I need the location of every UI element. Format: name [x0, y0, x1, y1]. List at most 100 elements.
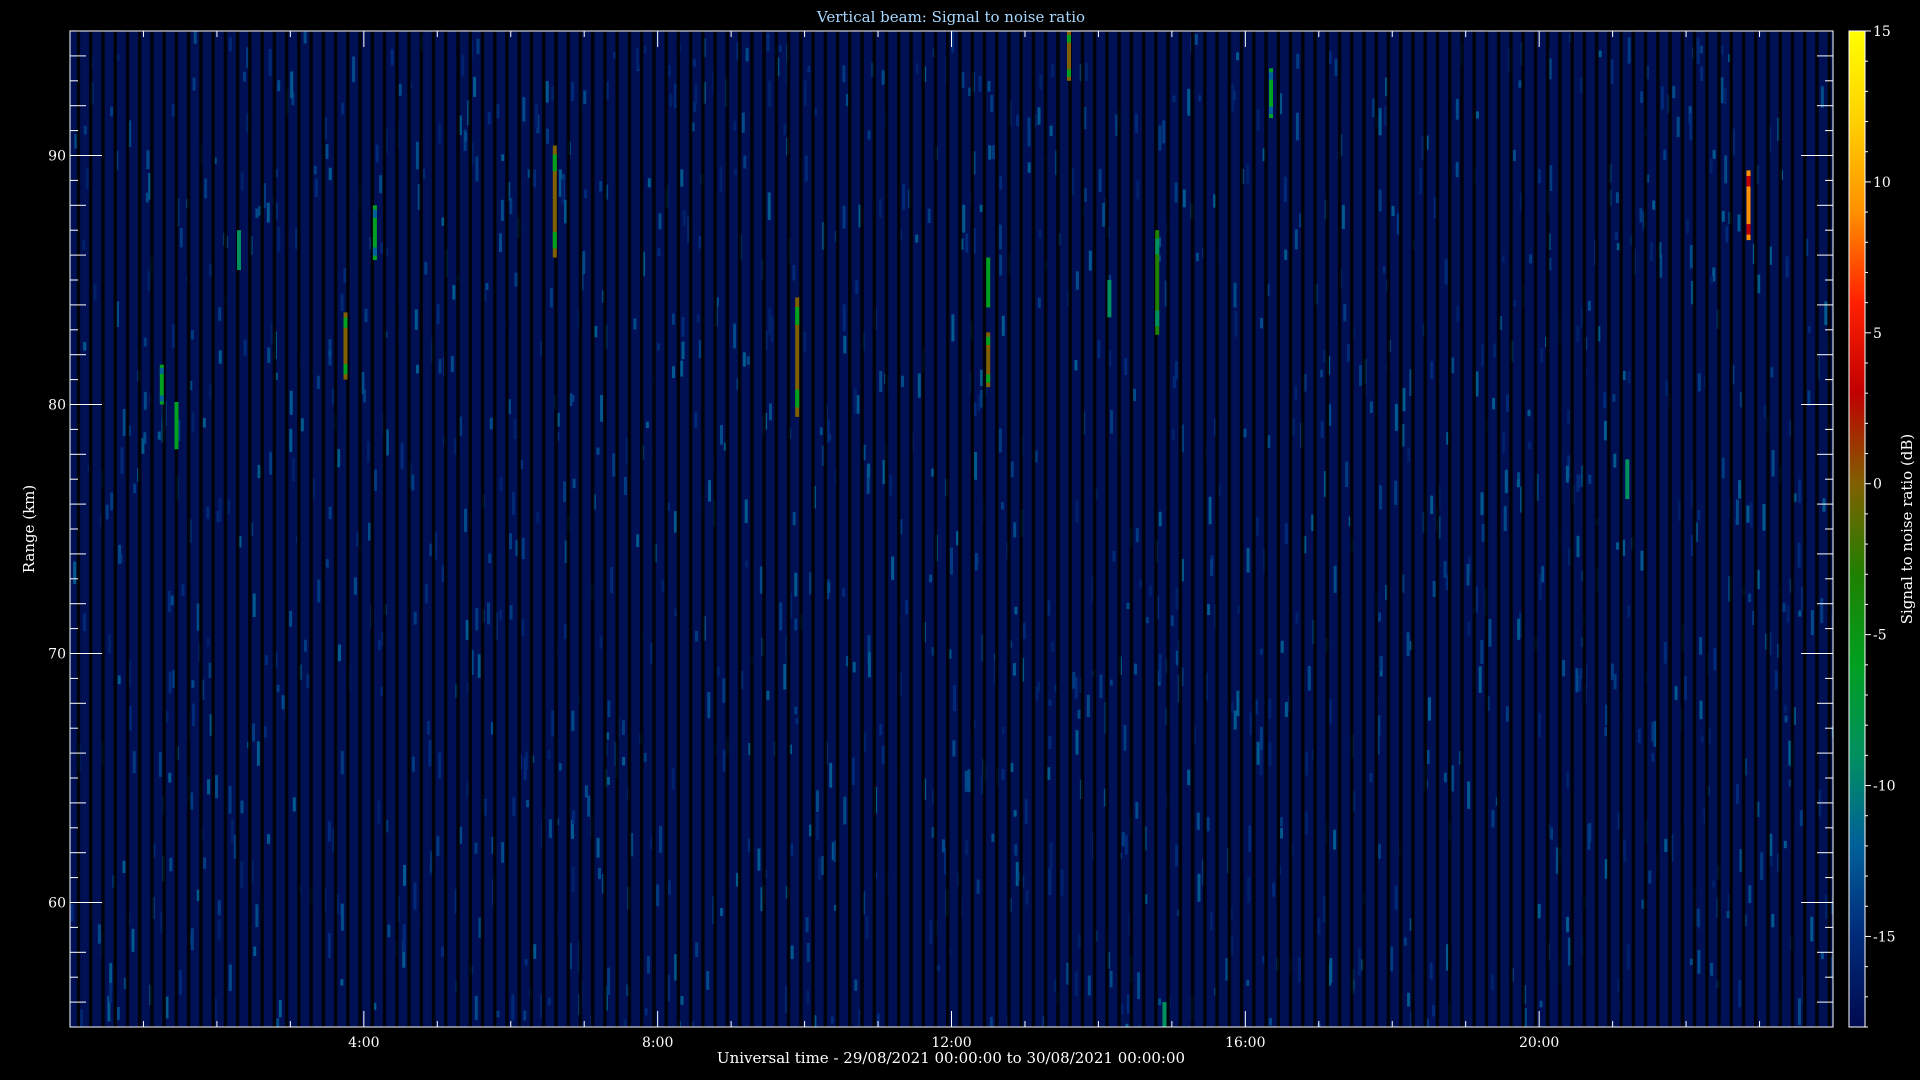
noise-speck	[1466, 564, 1470, 586]
noise-speck	[1047, 600, 1051, 616]
noise-speck	[1246, 547, 1250, 573]
noise-speck	[645, 421, 649, 429]
noise-speck	[1134, 663, 1137, 675]
noise-speck	[1613, 674, 1617, 690]
noise-speck	[1480, 492, 1484, 516]
noise-speck	[974, 452, 977, 480]
noise-speck	[792, 264, 796, 281]
noise-speck	[1075, 500, 1079, 523]
noise-speck	[1379, 485, 1383, 510]
time-gap	[1460, 31, 1464, 1027]
time-gap	[676, 31, 681, 1027]
noise-speck	[450, 356, 454, 372]
time-gap	[297, 31, 301, 1027]
time-gap	[958, 31, 962, 1027]
noise-speck	[643, 753, 647, 762]
noise-speck	[218, 350, 222, 364]
time-gap	[921, 31, 925, 1027]
noise-speck	[1208, 496, 1212, 525]
noise-speck	[1102, 203, 1106, 227]
noise-speck	[1640, 550, 1644, 571]
noise-speck	[438, 123, 442, 144]
noise-speck	[790, 843, 794, 856]
noise-speck	[292, 797, 296, 812]
time-gap	[1619, 31, 1623, 1027]
noise-speck	[1328, 51, 1332, 64]
noise-speck	[481, 1025, 485, 1027]
noise-speck	[768, 80, 772, 107]
noise-speck	[965, 840, 969, 855]
noise-speck	[1126, 602, 1130, 610]
noise-speck	[1247, 877, 1251, 903]
noise-speck	[1284, 249, 1288, 260]
noise-speck	[549, 287, 553, 308]
noise-speck	[1280, 640, 1284, 653]
noise-speck	[441, 946, 445, 957]
noise-speck	[991, 145, 995, 160]
noise-speck	[105, 504, 109, 520]
noise-speck	[1810, 916, 1814, 942]
noise-speck	[818, 857, 822, 880]
noise-speck	[1566, 772, 1570, 789]
noise-speck	[1377, 843, 1381, 859]
noise-speck	[192, 77, 196, 91]
noise-speck	[1394, 403, 1398, 431]
noise-speck	[327, 821, 331, 842]
noise-speck	[206, 638, 210, 647]
noise-speck	[203, 857, 207, 869]
time-gap	[113, 31, 117, 1027]
time-gap	[1019, 31, 1023, 1027]
noise-speck	[842, 205, 846, 229]
noise-speck	[1099, 674, 1103, 698]
noise-speck	[108, 634, 111, 654]
time-gap	[566, 31, 570, 1027]
noise-speck	[1491, 974, 1494, 991]
y-tick-label: 60	[48, 896, 66, 912]
echo-edge	[343, 364, 348, 375]
noise-speck	[1175, 844, 1179, 867]
noise-speck	[819, 427, 823, 435]
noise-speck	[1710, 963, 1714, 976]
noise-speck	[1663, 641, 1667, 664]
noise-speck	[708, 480, 711, 502]
noise-speck	[936, 964, 940, 971]
noise-speck	[1505, 706, 1509, 722]
time-gap	[419, 31, 423, 1027]
noise-speck	[1391, 206, 1395, 217]
noise-speck	[1627, 370, 1631, 383]
noise-speck	[1341, 204, 1345, 229]
noise-speck	[1798, 479, 1802, 503]
noise-speck	[998, 428, 1002, 453]
noise-speck	[116, 1007, 120, 1020]
noise-speck	[1120, 1004, 1124, 1015]
time-gap	[848, 31, 852, 1027]
noise-speck	[82, 240, 86, 250]
noise-speck	[989, 1016, 993, 1027]
noise-speck	[803, 332, 807, 353]
time-gap	[1080, 31, 1085, 1027]
time-gap	[529, 31, 534, 1027]
noise-speck	[477, 654, 481, 678]
noise-speck	[117, 675, 121, 685]
time-gap	[1668, 31, 1672, 1027]
noise-speck	[1268, 698, 1272, 719]
noise-speck	[1097, 340, 1101, 359]
noise-speck	[1246, 163, 1250, 185]
noise-speck	[636, 534, 640, 547]
noise-speck	[680, 169, 684, 187]
noise-speck	[1710, 275, 1714, 284]
time-gap	[1411, 31, 1415, 1027]
noise-speck	[1317, 917, 1321, 935]
noise-speck	[694, 84, 698, 103]
noise-speck	[181, 584, 185, 596]
noise-speck	[1720, 77, 1724, 104]
noise-speck	[276, 684, 280, 693]
noise-speck	[281, 695, 285, 710]
noise-speck	[842, 588, 846, 597]
noise-speck	[1256, 741, 1260, 765]
time-gap	[456, 31, 460, 1027]
noise-speck	[545, 128, 549, 144]
noise-speck	[1623, 839, 1627, 862]
noise-speck	[1394, 1025, 1398, 1027]
noise-speck	[1475, 371, 1479, 397]
